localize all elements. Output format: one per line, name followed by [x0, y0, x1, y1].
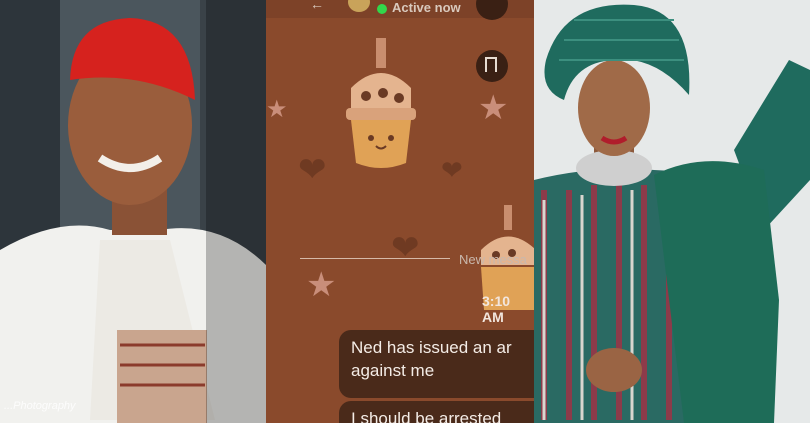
- star-icon: ★: [478, 89, 509, 127]
- active-status-text: Active now: [392, 0, 461, 15]
- right-photo-panel: [534, 0, 810, 423]
- message-bubble[interactable]: Ned has issued an ar against me: [339, 330, 534, 398]
- woman-portrait-image: [534, 0, 810, 423]
- photo-watermark: ...Photography: [4, 400, 76, 412]
- left-photo-panel: ...Photography: [0, 0, 266, 423]
- photo-shade: [206, 0, 266, 423]
- message-timestamp: 3:10 AM: [482, 293, 511, 325]
- star-icon-3: ★: [266, 96, 288, 123]
- back-arrow-icon[interactable]: ←: [310, 0, 324, 12]
- star-icon-2: ★: [306, 266, 337, 304]
- chat-screenshot-panel: ← Active now ❤ ❤ ❤ ★ ★ ★ New messa 3:10 …: [266, 0, 534, 423]
- heart-icon-3: ❤: [441, 155, 463, 185]
- message-bubble-2[interactable]: I should be arrested: [339, 401, 534, 423]
- heart-icon-2: ❤: [391, 229, 420, 267]
- heart-icon: ❤: [298, 151, 327, 189]
- bookmark-button[interactable]: [476, 50, 508, 82]
- active-status-dot: [376, 3, 388, 15]
- new-messages-divider: [300, 258, 450, 259]
- contact-avatar[interactable]: [348, 0, 370, 12]
- boba-sticker-icon: [346, 38, 416, 168]
- new-messages-label: New messa: [459, 252, 527, 267]
- bookmark-icon: [485, 57, 497, 77]
